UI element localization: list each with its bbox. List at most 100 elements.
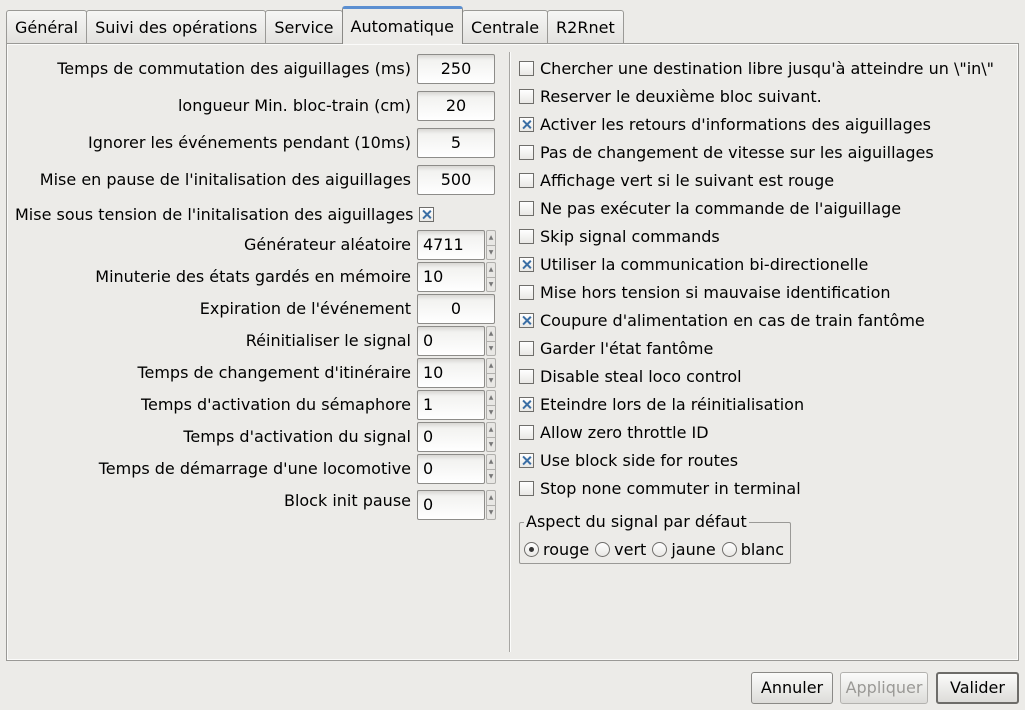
stepper-up-icon[interactable]: ▲ — [487, 391, 495, 405]
checkbox[interactable] — [519, 172, 534, 188]
random-generator-row: Générateur aléatoire 4711 ▲ ▼ — [7, 230, 507, 260]
loco-start-time-stepper[interactable]: ▲ ▼ — [486, 454, 496, 484]
check-power-off-on-reset[interactable]: Eteindre lors de la réinitialisation — [519, 392, 804, 416]
route-change-time-spinbox[interactable]: 10 — [417, 358, 485, 388]
block-init-pause-spinbox[interactable]: 0 — [417, 490, 485, 520]
tab-r2rnet[interactable]: R2Rnet — [547, 10, 624, 44]
check-free-destination[interactable]: Chercher une destination libre jusqu'à a… — [519, 56, 994, 80]
block-init-pause-row: Block init pause 0 ▲ ▼ — [7, 490, 507, 520]
loco-start-time-spinbox[interactable]: 0 — [417, 454, 485, 484]
radio-blanc[interactable]: blanc — [721, 540, 784, 559]
radio-button[interactable] — [721, 542, 737, 557]
ignore-events-field[interactable]: 5 — [417, 128, 495, 158]
radio-jaune[interactable]: jaune — [652, 540, 716, 559]
tab-general[interactable]: Général — [6, 10, 88, 44]
stepper-down-icon[interactable]: ▼ — [487, 341, 495, 356]
check-no-speed-change-switches[interactable]: Pas de changement de vitesse sur les aig… — [519, 140, 934, 164]
stepper-down-icon[interactable]: ▼ — [487, 437, 495, 452]
checkbox[interactable] — [519, 144, 534, 160]
check-label: Skip signal commands — [540, 226, 720, 246]
check-allow-zero-throttle[interactable]: Allow zero throttle ID — [519, 420, 709, 444]
event-expiry-field[interactable]: 0 — [417, 294, 495, 324]
check-block-side-routes[interactable]: Use block side for routes — [519, 448, 738, 472]
switch-time-field[interactable]: 250 — [417, 54, 495, 84]
stepper-up-icon[interactable]: ▲ — [487, 423, 495, 437]
radio-vert[interactable]: vert — [595, 540, 646, 559]
stepper-down-icon[interactable]: ▼ — [487, 405, 495, 420]
checkbox[interactable] — [519, 396, 534, 412]
semaphore-time-spinbox[interactable]: 1 — [417, 390, 485, 420]
tab-service[interactable]: Service — [265, 10, 343, 44]
stepper-up-icon[interactable]: ▲ — [487, 263, 495, 277]
cancel-button[interactable]: Annuler — [751, 672, 833, 704]
check-green-if-next-red[interactable]: Affichage vert si le suivant est rouge — [519, 168, 834, 192]
column-divider — [509, 52, 511, 652]
radio-button[interactable] — [595, 542, 611, 557]
automatique-panel: Temps de commutation des aiguillages (ms… — [6, 43, 1019, 661]
check-bidirectional-communication[interactable]: Utiliser la communication bi-directionel… — [519, 252, 868, 276]
check-power-off-bad-id[interactable]: Mise hors tension si mauvaise identifica… — [519, 280, 891, 304]
checkbox[interactable] — [519, 60, 534, 76]
signal-time-stepper[interactable]: ▲ ▼ — [486, 422, 496, 452]
min-train-length-field[interactable]: 20 — [417, 91, 495, 121]
checkbox[interactable] — [519, 228, 534, 244]
stepper-down-icon[interactable]: ▼ — [487, 245, 495, 260]
stepper-down-icon[interactable]: ▼ — [487, 277, 495, 292]
min-train-length-label: longueur Min. bloc-train (cm) — [177, 96, 411, 115]
check-reserve-second-block[interactable]: Reserver le deuxième bloc suivant. — [519, 84, 822, 108]
reset-signal-spinbox[interactable]: 0 — [417, 326, 485, 356]
checkbox[interactable] — [519, 340, 534, 356]
checkbox[interactable] — [519, 480, 534, 496]
signal-time-spinbox[interactable]: 0 — [417, 422, 485, 452]
block-init-pause-stepper[interactable]: ▲ ▼ — [486, 490, 496, 520]
stepper-up-icon[interactable]: ▲ — [487, 455, 495, 469]
check-disable-steal-loco[interactable]: Disable steal loco control — [519, 364, 742, 388]
min-train-length-row: longueur Min. bloc-train (cm) 20 — [7, 91, 507, 121]
stepper-up-icon[interactable]: ▲ — [487, 327, 495, 341]
stepper-down-icon[interactable]: ▼ — [487, 373, 495, 388]
radio-button[interactable] — [652, 542, 668, 557]
checkbox[interactable] — [519, 200, 534, 216]
memory-timer-label: Minuterie des états gardés en mémoire — [95, 267, 411, 286]
check-power-cut-ghost-train[interactable]: Coupure d'alimentation en cas de train f… — [519, 308, 925, 332]
tab-operations[interactable]: Suivi des opérations — [86, 10, 267, 44]
radio-rouge[interactable]: rouge — [524, 540, 589, 559]
check-keep-ghost-state[interactable]: Garder l'état fantôme — [519, 336, 713, 360]
memory-timer-spinbox[interactable]: 10 — [417, 262, 485, 292]
tab-centrale[interactable]: Centrale — [461, 10, 549, 44]
ok-button[interactable]: Valider — [936, 672, 1019, 704]
apply-button[interactable]: Appliquer — [840, 672, 928, 704]
random-generator-stepper[interactable]: ▲ ▼ — [486, 230, 496, 260]
checkbox[interactable] — [519, 88, 534, 104]
checkbox[interactable] — [519, 368, 534, 384]
checkbox[interactable] — [519, 452, 534, 468]
radio-button[interactable] — [524, 542, 539, 557]
check-label: Activer les retours d'informations des a… — [540, 114, 931, 134]
check-skip-signal-commands[interactable]: Skip signal commands — [519, 224, 720, 248]
tab-automatique[interactable]: Automatique — [341, 6, 463, 44]
stepper-up-icon[interactable]: ▲ — [487, 491, 495, 505]
switch-init-pause-field[interactable]: 500 — [417, 165, 495, 195]
check-switch-feedback[interactable]: Activer les retours d'informations des a… — [519, 112, 931, 136]
route-change-time-stepper[interactable]: ▲ ▼ — [486, 358, 496, 388]
reset-signal-stepper[interactable]: ▲ ▼ — [486, 326, 496, 356]
switch-time-label: Temps de commutation des aiguillages (ms… — [57, 59, 411, 78]
stepper-up-icon[interactable]: ▲ — [487, 359, 495, 373]
power-on-switch-init-checkbox[interactable] — [419, 207, 434, 222]
power-on-switch-init-label: Mise sous tension de l'initalisation des… — [15, 205, 414, 224]
random-generator-spinbox[interactable]: 4711 — [417, 230, 485, 260]
stepper-up-icon[interactable]: ▲ — [487, 231, 495, 245]
check-no-switch-command[interactable]: Ne pas exécuter la commande de l'aiguill… — [519, 196, 901, 220]
check-stop-none-commuter[interactable]: Stop none commuter in terminal — [519, 476, 801, 500]
checkbox[interactable] — [519, 284, 534, 300]
memory-timer-stepper[interactable]: ▲ ▼ — [486, 262, 496, 292]
semaphore-time-stepper[interactable]: ▲ ▼ — [486, 390, 496, 420]
signal-time-label: Temps d'activation du signal — [183, 427, 411, 446]
stepper-down-icon[interactable]: ▼ — [487, 469, 495, 484]
checkbox[interactable] — [519, 116, 534, 132]
checkbox[interactable] — [519, 256, 534, 272]
switch-init-pause-row: Mise en pause de l'initalisation des aig… — [7, 165, 507, 195]
checkbox[interactable] — [519, 312, 534, 328]
checkbox[interactable] — [519, 424, 534, 440]
stepper-down-icon[interactable]: ▼ — [487, 505, 495, 520]
